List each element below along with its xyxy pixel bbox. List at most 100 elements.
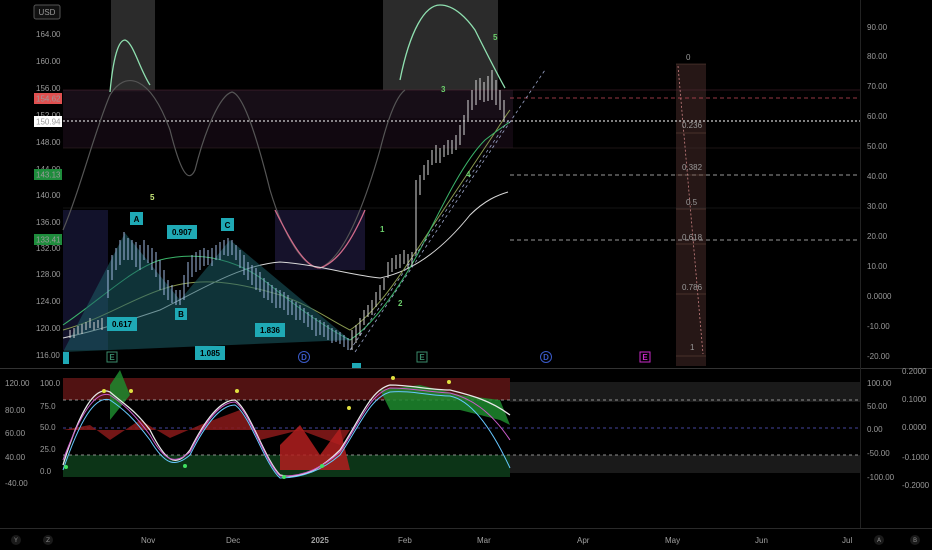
svg-text:0.382: 0.382	[682, 163, 703, 172]
svg-text:60.00: 60.00	[867, 112, 888, 121]
svg-text:0.617: 0.617	[112, 320, 133, 329]
svg-text:-0.2000: -0.2000	[902, 481, 930, 490]
wave-label-A[interactable]: A	[130, 212, 143, 225]
svg-text:0.236: 0.236	[682, 121, 703, 130]
currency-button[interactable]: USD	[33, 4, 61, 20]
svg-text:0: 0	[686, 53, 691, 62]
svg-text:Dec: Dec	[226, 536, 240, 545]
wave-number-4: 4	[466, 170, 471, 179]
svg-text:30.00: 30.00	[867, 202, 888, 211]
svg-text:10.00: 10.00	[867, 262, 888, 271]
svg-text:A: A	[134, 215, 140, 224]
svg-text:116.00: 116.00	[36, 351, 60, 360]
wave-number-3: 3	[441, 85, 446, 94]
svg-text:B: B	[913, 537, 917, 544]
svg-text:E: E	[419, 353, 425, 362]
svg-text:-20.00: -20.00	[867, 352, 890, 361]
svg-text:60.00: 60.00	[5, 429, 26, 438]
svg-text:80.00: 80.00	[867, 52, 888, 61]
svg-text:140.00: 140.00	[36, 191, 61, 200]
svg-text:0.0000: 0.0000	[902, 423, 927, 432]
wave-number-2: 2	[398, 299, 403, 308]
svg-text:-10.00: -10.00	[867, 322, 890, 331]
svg-text:50.0: 50.0	[40, 423, 56, 432]
svg-text:133.41: 133.41	[36, 236, 61, 245]
svg-text:-100.00: -100.00	[867, 473, 895, 482]
svg-text:120.00: 120.00	[5, 379, 30, 388]
highlight-zone-1	[111, 0, 155, 92]
svg-text:120.00: 120.00	[36, 324, 61, 333]
pivot-marker	[352, 363, 361, 368]
svg-text:0.907: 0.907	[172, 228, 193, 237]
svg-text:Jun: Jun	[755, 536, 768, 545]
oscillator-pane[interactable]	[62, 370, 860, 479]
svg-text:B: B	[178, 310, 184, 319]
osc-axis-right[interactable]: 90.00 80.00 70.00 60.00 50.00 40.00 30.0…	[867, 23, 892, 361]
svg-text:100.0: 100.0	[40, 379, 61, 388]
wave-number-5b: 5	[493, 33, 498, 42]
svg-text:Apr: Apr	[577, 536, 590, 545]
ratio-label-4[interactable]: 1.085	[195, 346, 225, 360]
svg-text:0.618: 0.618	[682, 233, 703, 242]
wave-label-C[interactable]: C	[221, 218, 234, 231]
auto-scale-a-button[interactable]: A	[874, 535, 884, 545]
chart-canvas[interactable]: A B C 0.907 0.617 1.836 1.085 5 1 2 3 4 …	[0, 0, 932, 550]
svg-text:50.00: 50.00	[867, 402, 888, 411]
range-band-2	[63, 118, 513, 148]
svg-text:0.0000: 0.0000	[867, 292, 892, 301]
svg-text:2025: 2025	[311, 536, 329, 545]
svg-text:40.00: 40.00	[5, 453, 26, 462]
ratio-label-3[interactable]: 1.836	[255, 323, 285, 337]
svg-text:70.00: 70.00	[867, 82, 888, 91]
svg-text:0.00: 0.00	[867, 425, 883, 434]
scale-y-button[interactable]: Y	[11, 535, 21, 545]
price-badge-last: 150.94	[34, 116, 62, 127]
svg-text:D: D	[301, 353, 307, 362]
osc-axis-right-lower[interactable]: 100.00 50.00 0.00 -50.00 -100.00	[867, 379, 895, 482]
svg-text:E: E	[642, 353, 648, 362]
svg-text:20.00: 20.00	[867, 232, 888, 241]
price-badge-3: 143.13	[34, 169, 62, 180]
range-band-1	[63, 90, 513, 118]
wave-number-5a: 5	[150, 193, 155, 202]
svg-text:50.00: 50.00	[867, 142, 888, 151]
svg-text:0.1000: 0.1000	[902, 395, 927, 404]
svg-text:-40.00: -40.00	[5, 479, 28, 488]
svg-text:Mar: Mar	[477, 536, 491, 545]
osc-axis-left[interactable]: 120.00 100.0 80.00 75.0 60.00 50.0 40.00…	[5, 379, 61, 488]
svg-text:75.0: 75.0	[40, 402, 56, 411]
svg-text:143.13: 143.13	[36, 171, 61, 180]
ratio-label-2[interactable]: 0.617	[107, 317, 137, 331]
time-axis[interactable]: Nov Dec 2025 Feb Mar Apr May Jun Jul	[141, 536, 852, 545]
svg-text:128.00: 128.00	[36, 270, 61, 279]
svg-text:Nov: Nov	[141, 536, 155, 545]
svg-text:160.00: 160.00	[36, 57, 61, 66]
svg-text:0.0: 0.0	[40, 467, 52, 476]
svg-text:-0.1000: -0.1000	[902, 453, 930, 462]
scale-b-button[interactable]: B	[910, 535, 920, 545]
svg-text:0.2000: 0.2000	[902, 367, 927, 376]
svg-text:100.00: 100.00	[867, 379, 892, 388]
svg-text:Jul: Jul	[842, 536, 852, 545]
svg-text:Y: Y	[13, 537, 18, 544]
left-edge-marker	[63, 352, 69, 364]
ratio-label-1[interactable]: 0.907	[167, 225, 197, 239]
svg-text:80.00: 80.00	[5, 406, 26, 415]
price-badge-1: 154.62	[34, 93, 62, 104]
svg-text:E: E	[109, 353, 115, 362]
zoom-z-button[interactable]: Z	[43, 535, 53, 545]
svg-text:90.00: 90.00	[867, 23, 888, 32]
svg-text:1.085: 1.085	[200, 349, 221, 358]
osc-axis-far-right[interactable]: 0.2000 0.1000 0.0000 -0.1000 -0.2000	[902, 367, 930, 490]
svg-text:156.00: 156.00	[36, 84, 61, 93]
svg-text:148.00: 148.00	[36, 138, 61, 147]
svg-text:0.5: 0.5	[686, 198, 698, 207]
svg-text:132.00: 132.00	[36, 244, 61, 253]
price-badge-4: 133.41	[34, 234, 62, 245]
svg-text:25.0: 25.0	[40, 445, 56, 454]
wave-label-B[interactable]: B	[175, 308, 187, 320]
svg-text:0.786: 0.786	[682, 283, 703, 292]
svg-text:154.62: 154.62	[36, 95, 61, 104]
svg-text:1: 1	[690, 343, 695, 352]
svg-text:124.00: 124.00	[36, 297, 61, 306]
